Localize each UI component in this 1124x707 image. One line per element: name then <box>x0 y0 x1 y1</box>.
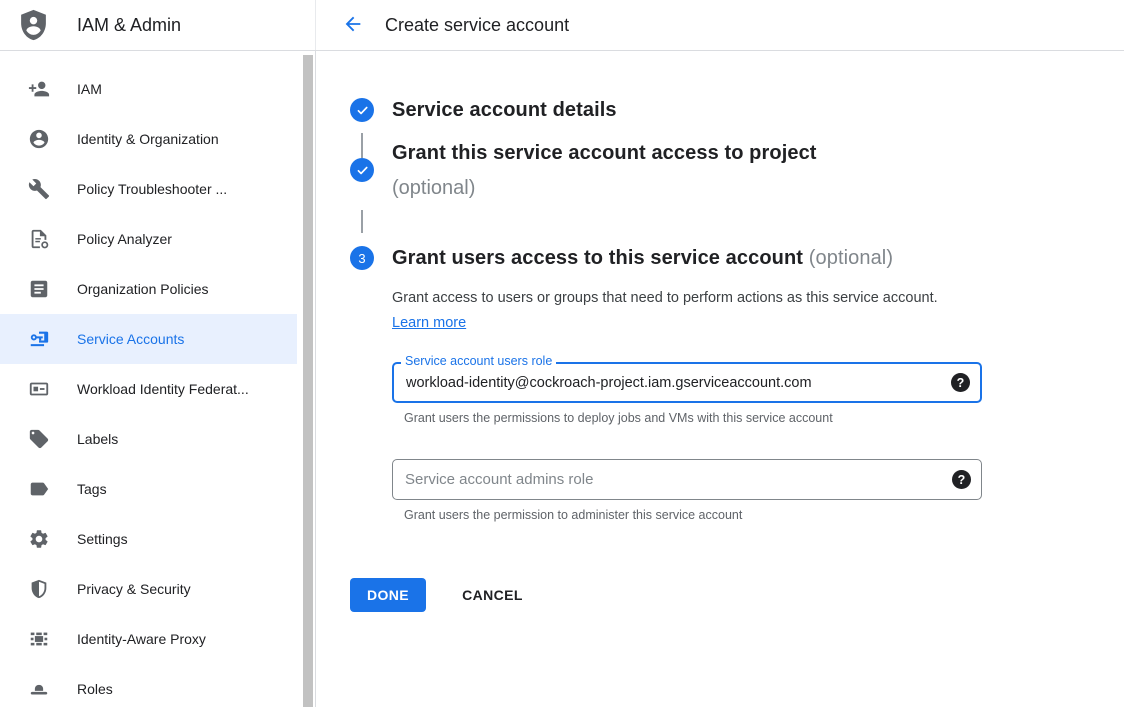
top-bar: IAM & Admin Create service account <box>0 0 1124 51</box>
step-grant-users-access: 3 Grant users access to this service acc… <box>350 246 1124 522</box>
sidebar-item-label: Organization Policies <box>77 281 209 297</box>
shield-half-icon <box>28 578 50 600</box>
learn-more-link[interactable]: Learn more <box>392 315 466 331</box>
service-account-users-role-field: Service account users role ? Grant users… <box>392 362 982 425</box>
sidebar-item-label: Tags <box>77 481 107 497</box>
sidebar-item-label: Roles <box>77 681 113 697</box>
gear-icon <box>28 528 50 550</box>
sidebar-item-policy-analyzer[interactable]: Policy Analyzer <box>0 214 297 264</box>
sidebar-item-organization-policies[interactable]: Organization Policies <box>0 264 297 314</box>
sidebar-item-workload-identity-federation[interactable]: Workload Identity Federat... <box>0 364 297 414</box>
step-complete-check-icon <box>350 158 374 182</box>
step-description: Grant access to users or groups that nee… <box>392 286 950 336</box>
page-header: Create service account <box>316 0 1124 50</box>
sidebar-nav: IAM Identity & Organization Policy Troub… <box>0 51 315 707</box>
step-connector <box>361 133 363 158</box>
sidebar-item-label: Policy Troubleshooter ... <box>77 181 227 197</box>
step-connector <box>361 210 363 233</box>
step-complete-check-icon <box>350 98 374 122</box>
sidebar-item-label: IAM <box>77 81 102 97</box>
sidebar-item-policy-troubleshooter[interactable]: Policy Troubleshooter ... <box>0 164 297 214</box>
field-label: Service account users role <box>401 353 556 370</box>
step-description-text: Grant access to users or groups that nee… <box>392 290 938 306</box>
help-icon[interactable]: ? <box>951 373 970 392</box>
cancel-button[interactable]: CANCEL <box>462 587 523 603</box>
proxy-grid-icon <box>28 628 50 650</box>
sidebar-item-tags[interactable]: Tags <box>0 464 297 514</box>
field-helper-text: Grant users the permissions to deploy jo… <box>404 411 982 425</box>
step-optional-label: (optional) <box>809 247 893 269</box>
article-icon <box>28 278 50 300</box>
product-header: IAM & Admin <box>0 0 316 50</box>
service-account-icon <box>28 328 50 350</box>
person-add-icon <box>28 78 50 100</box>
step-rail <box>350 158 374 233</box>
policy-analyzer-icon <box>28 228 50 250</box>
sidebar-item-identity-organization[interactable]: Identity & Organization <box>0 114 297 164</box>
sidebar-item-label: Identity & Organization <box>77 131 219 147</box>
form-actions: DONE CANCEL <box>350 578 1124 612</box>
help-icon[interactable]: ? <box>952 470 971 489</box>
back-arrow-icon[interactable] <box>342 13 366 37</box>
gcp-console: IAM & Admin Create service account IAM I… <box>0 0 1124 707</box>
page-title: Create service account <box>385 15 569 36</box>
sidebar-item-label: Settings <box>77 531 128 547</box>
done-button[interactable]: DONE <box>350 578 426 612</box>
sidebar-item-labels[interactable]: Labels <box>0 414 297 464</box>
admins-role-input[interactable] <box>393 460 944 499</box>
sidebar-item-service-accounts[interactable]: Service Accounts <box>0 314 297 364</box>
service-account-admins-role-field: ? Grant users the permission to administ… <box>392 459 982 522</box>
field-box: ? <box>392 459 982 500</box>
sidebar-item-iam[interactable]: IAM <box>0 64 297 114</box>
main-content: Service account details Grant this servi… <box>316 51 1124 707</box>
label-tag-icon <box>28 428 50 450</box>
sidebar-item-label: Privacy & Security <box>77 581 191 597</box>
sidebar-item-label: Policy Analyzer <box>77 231 172 247</box>
step-number-badge: 3 <box>350 246 374 270</box>
sidebar: IAM Identity & Organization Policy Troub… <box>0 51 316 707</box>
field-helper-text: Grant users the permission to administer… <box>404 508 982 522</box>
sidebar-item-identity-aware-proxy[interactable]: Identity-Aware Proxy <box>0 614 297 664</box>
iam-shield-person-icon <box>17 7 50 43</box>
wrench-icon <box>28 178 50 200</box>
step-optional-label: (optional) <box>392 176 817 200</box>
card-icon <box>28 378 50 400</box>
step-title-text: Grant users access to this service accou… <box>392 247 803 269</box>
sidebar-item-label: Workload Identity Federat... <box>77 381 249 397</box>
sidebar-item-label: Service Accounts <box>77 331 184 347</box>
roles-hat-icon <box>28 678 50 700</box>
product-title: IAM & Admin <box>77 15 181 36</box>
sidebar-item-roles[interactable]: Roles <box>0 664 297 707</box>
account-circle-icon <box>28 128 50 150</box>
step-title: Grant this service account access to pro… <box>392 141 817 165</box>
tag-arrow-icon <box>28 478 50 500</box>
sidebar-item-settings[interactable]: Settings <box>0 514 297 564</box>
sidebar-scrollbar[interactable] <box>303 55 313 707</box>
sidebar-item-label: Identity-Aware Proxy <box>77 631 206 647</box>
sidebar-item-privacy-security[interactable]: Privacy & Security <box>0 564 297 614</box>
step-rail <box>350 98 374 158</box>
step-rail: 3 <box>350 246 374 522</box>
step-grant-access-to-project: Grant this service account access to pro… <box>350 158 1124 233</box>
step-title: Grant users access to this service accou… <box>392 246 982 270</box>
sidebar-item-label: Labels <box>77 431 118 447</box>
step-title: Service account details <box>392 98 617 122</box>
